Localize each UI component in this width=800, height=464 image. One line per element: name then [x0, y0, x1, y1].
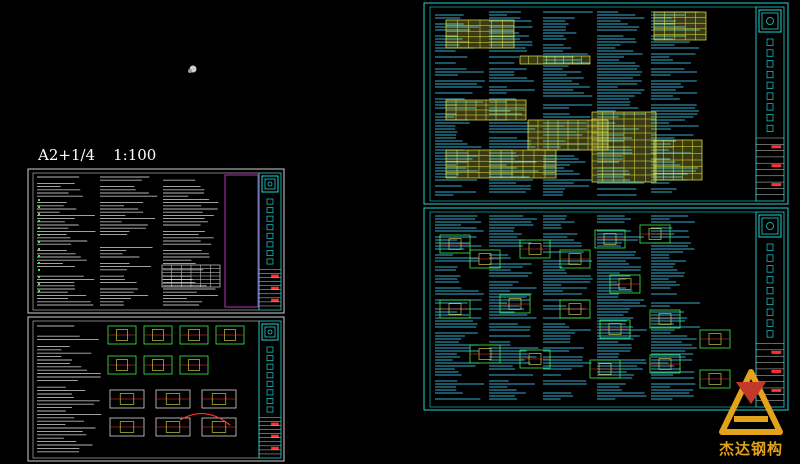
watermark-brand: 杰达钢构: [718, 440, 783, 458]
scale-ratio-label: 1:100: [113, 146, 157, 164]
watermark: 杰达钢构: [706, 368, 796, 462]
scale-annotation: A2+1/4 1:100: [38, 146, 156, 164]
sheet-size-label: A2+1/4: [38, 146, 96, 164]
jieda-logo-icon: [719, 369, 783, 435]
cad-model-space[interactable]: [0, 0, 800, 464]
